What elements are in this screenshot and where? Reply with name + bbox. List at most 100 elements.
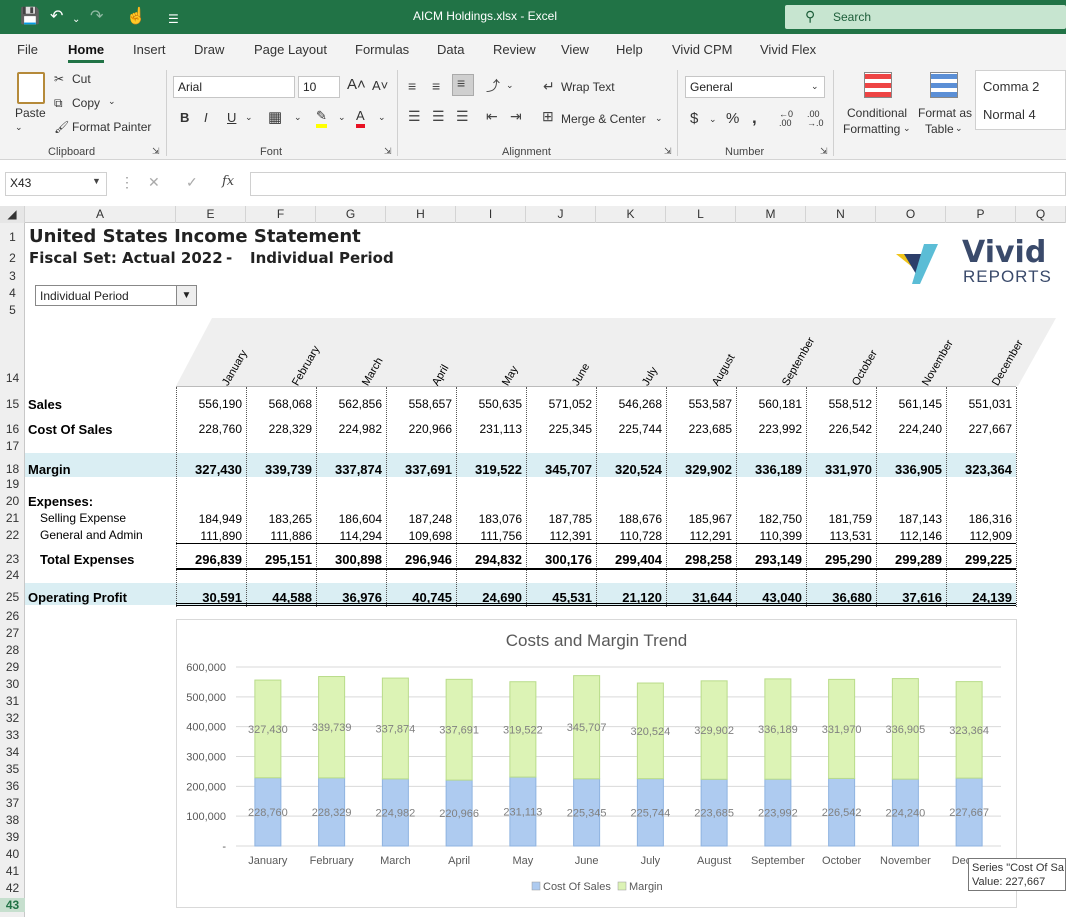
row-header[interactable]: 19	[0, 477, 25, 491]
cell-selling[interactable]: 184,949	[176, 512, 242, 526]
row-header[interactable]: 17	[0, 439, 25, 453]
font-color-icon[interactable]: A	[356, 108, 365, 128]
column-header[interactable]: E	[176, 206, 246, 223]
increase-indent-icon[interactable]: ⇥	[510, 108, 522, 125]
increase-font-icon[interactable]: A˄	[347, 76, 366, 93]
cell-selling[interactable]: 187,248	[386, 512, 452, 526]
cell-cost-of-sales[interactable]: 224,240	[876, 422, 942, 436]
row-header[interactable]: 16	[0, 422, 25, 436]
cell-selling[interactable]: 182,750	[736, 512, 802, 526]
cell-total-expenses[interactable]: 294,832	[456, 552, 522, 567]
cell-cost-of-sales[interactable]: 228,329	[246, 422, 312, 436]
select-all-corner[interactable]: ◢	[0, 206, 25, 223]
cell-total-expenses[interactable]: 300,898	[316, 552, 382, 567]
cell-selling[interactable]: 183,265	[246, 512, 312, 526]
cell-cost-of-sales[interactable]: 220,966	[386, 422, 452, 436]
merge-center-button[interactable]: Merge & Center	[561, 112, 646, 126]
row-header[interactable]: 39	[0, 830, 25, 844]
cell-sales[interactable]: 546,268	[596, 397, 662, 411]
conditional-formatting-button-line2[interactable]: Formatting	[843, 122, 900, 136]
cell-sales[interactable]: 561,145	[876, 397, 942, 411]
cell-sales[interactable]: 558,512	[806, 397, 872, 411]
align-middle-icon[interactable]: ≡	[432, 78, 440, 94]
conditional-formatting-button[interactable]: Conditional	[847, 106, 907, 120]
row-header[interactable]: 42	[0, 881, 25, 895]
paste-icon[interactable]	[17, 72, 45, 104]
tab-vivid-flex[interactable]: Vivid Flex	[760, 42, 816, 57]
row-header[interactable]: 35	[0, 762, 25, 776]
row-header[interactable]: 4	[0, 286, 25, 300]
cell-sales[interactable]: 571,052	[526, 397, 592, 411]
decrease-decimal-icon[interactable]: .00 →.0	[807, 110, 824, 128]
tab-insert[interactable]: Insert	[133, 42, 166, 57]
tab-draw[interactable]: Draw	[194, 42, 224, 57]
row-header[interactable]: 37	[0, 796, 25, 810]
row-header[interactable]: 25	[0, 590, 25, 604]
align-bottom-icon[interactable]: ≡	[452, 74, 474, 96]
format-as-table-button-line2[interactable]: Table	[925, 122, 954, 136]
row-header[interactable]: 33	[0, 728, 25, 742]
column-header[interactable]: F	[246, 206, 316, 223]
paste-dropdown-icon[interactable]: ⌄	[15, 122, 23, 133]
cell-total-expenses[interactable]: 296,946	[386, 552, 452, 567]
comma-style-icon[interactable]: ,	[752, 108, 757, 128]
cell-sales[interactable]: 562,856	[316, 397, 382, 411]
cell-operating-profit[interactable]: 36,680	[806, 590, 872, 605]
cell-margin[interactable]: 331,970	[806, 462, 872, 477]
cell-margin[interactable]: 323,364	[946, 462, 1012, 477]
row-header[interactable]: 30	[0, 677, 25, 691]
cell-cost-of-sales[interactable]: 225,744	[596, 422, 662, 436]
cell-admin[interactable]: 112,909	[946, 529, 1013, 543]
cell-cost-of-sales[interactable]: 226,542	[806, 422, 872, 436]
row-header[interactable]: 31	[0, 694, 25, 708]
row-header[interactable]: 18	[0, 462, 25, 476]
format-as-table-dropdown-icon[interactable]: ⌄	[955, 123, 963, 134]
column-header[interactable]: M	[736, 206, 806, 223]
format-as-table-button[interactable]: Format as	[918, 106, 972, 120]
number-format-dropdown-icon[interactable]: ⌄	[811, 81, 819, 92]
period-dropdown[interactable]: Individual Period ▼	[35, 285, 197, 306]
underline-icon[interactable]: U	[227, 110, 236, 125]
cell-total-expenses[interactable]: 299,225	[946, 552, 1012, 567]
cell-operating-profit[interactable]: 44,588	[246, 590, 312, 605]
cell-cost-of-sales[interactable]: 223,992	[736, 422, 802, 436]
decrease-font-icon[interactable]: A˅	[372, 78, 388, 93]
row-header[interactable]: 29	[0, 660, 25, 674]
cell-total-expenses[interactable]: 298,258	[666, 552, 732, 567]
cell-admin[interactable]: 114,294	[316, 529, 383, 543]
cell-operating-profit[interactable]: 45,531	[526, 590, 592, 605]
column-header[interactable]: J	[526, 206, 596, 223]
number-launcher-icon[interactable]: ⇲	[820, 146, 828, 157]
name-box-dropdown-icon[interactable]: ▼	[92, 176, 101, 186]
column-header[interactable]: H	[386, 206, 456, 223]
cell-sales[interactable]: 551,031	[946, 397, 1012, 411]
row-header[interactable]: 36	[0, 779, 25, 793]
row-header[interactable]: 15	[0, 397, 25, 411]
row-header[interactable]: 32	[0, 711, 25, 725]
cell-sales[interactable]: 568,068	[246, 397, 312, 411]
cell-admin[interactable]: 111,890	[176, 529, 242, 543]
align-right-icon[interactable]: ☰	[456, 108, 469, 125]
column-header[interactable]: L	[666, 206, 736, 223]
cell-cost-of-sales[interactable]: 224,982	[316, 422, 382, 436]
alignment-launcher-icon[interactable]: ⇲	[664, 146, 672, 157]
italic-icon[interactable]: I	[204, 110, 208, 125]
cell-operating-profit[interactable]: 31,644	[666, 590, 732, 605]
search-box[interactable]: ⚲ Search	[785, 5, 1066, 29]
cell-admin[interactable]: 112,146	[876, 529, 943, 543]
borders-dropdown-icon[interactable]: ⌄	[294, 112, 302, 123]
cut-button[interactable]: Cut	[72, 72, 91, 86]
column-header[interactable]: G	[316, 206, 386, 223]
cell-margin[interactable]: 320,524	[596, 462, 662, 477]
column-header[interactable]: K	[596, 206, 666, 223]
cell-margin[interactable]: 337,691	[386, 462, 452, 477]
cell-total-expenses[interactable]: 295,151	[246, 552, 312, 567]
cell-selling[interactable]: 187,143	[876, 512, 942, 526]
cell-operating-profit[interactable]: 36,976	[316, 590, 382, 605]
cell-sales[interactable]: 550,635	[456, 397, 522, 411]
font-size-select[interactable]: 10	[298, 76, 340, 98]
row-header[interactable]: 28	[0, 643, 25, 657]
cell-total-expenses[interactable]: 295,290	[806, 552, 872, 567]
align-top-icon[interactable]: ≡	[408, 78, 416, 94]
style-comma-2[interactable]: Comma 2	[983, 79, 1039, 94]
